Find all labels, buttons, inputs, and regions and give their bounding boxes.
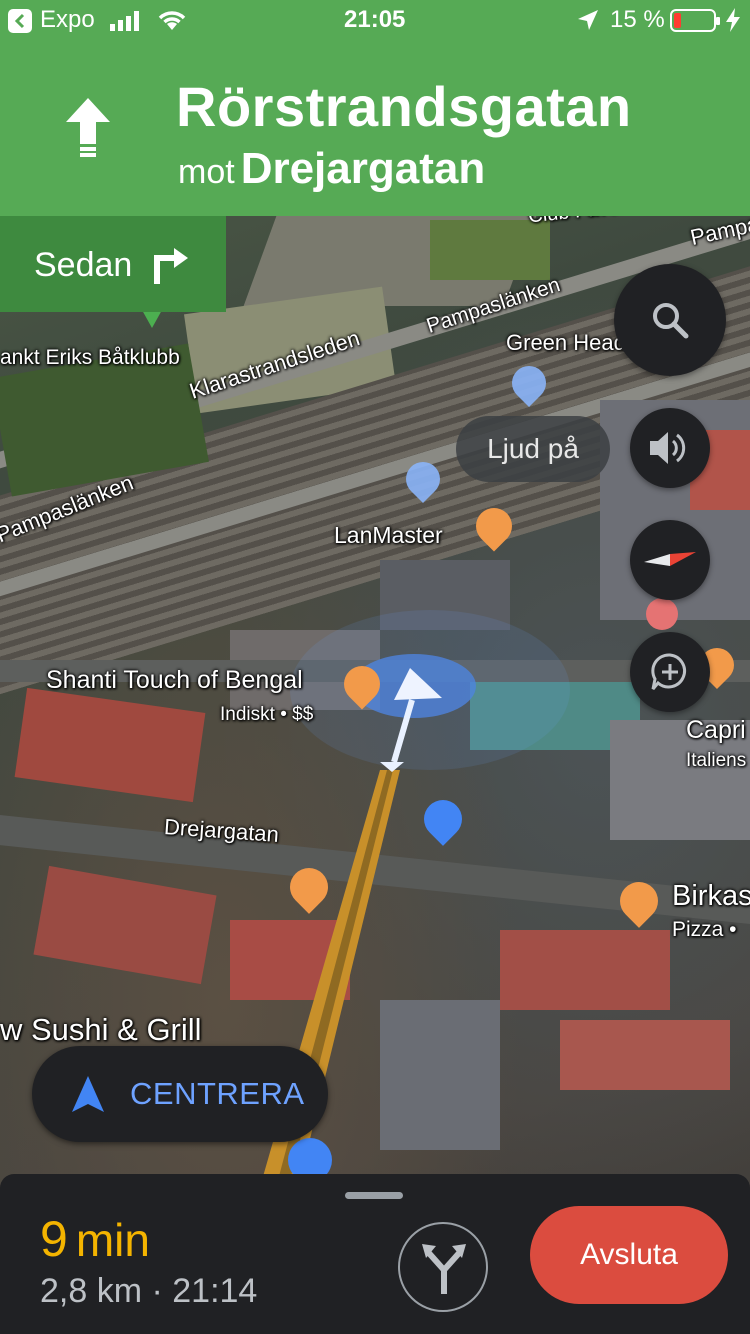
report-button[interactable] bbox=[630, 632, 710, 712]
recenter-button[interactable]: CENTRERA bbox=[32, 1046, 328, 1142]
navigation-banner[interactable]: Rörstrandsgatan mot Drejargatan bbox=[0, 40, 750, 216]
eta-value: 9 bbox=[40, 1211, 68, 1267]
trip-summary-panel[interactable]: 9 min 2,8 km · 21:14 Avsluta bbox=[0, 1174, 750, 1334]
battery-percent: 15 % bbox=[610, 6, 665, 33]
then-maneuver-box[interactable]: Sedan bbox=[0, 216, 226, 312]
toward-street: mot Drejargatan bbox=[178, 144, 485, 194]
end-navigation-button[interactable]: Avsluta bbox=[530, 1206, 728, 1304]
map-label: Italiens bbox=[686, 750, 747, 771]
green-marker-icon bbox=[142, 310, 162, 328]
charging-bolt-icon bbox=[726, 8, 740, 37]
trip-distance-arrival: 2,8 km · 21:14 bbox=[40, 1272, 258, 1310]
signal-icon bbox=[110, 11, 144, 36]
hospital-pin-icon[interactable] bbox=[646, 598, 678, 630]
map-label: Pizza • bbox=[672, 918, 737, 941]
map-label: ankt Eriks Båtklubb bbox=[0, 346, 180, 369]
fork-route-icon bbox=[420, 1240, 468, 1299]
toward-prefix: mot bbox=[178, 153, 235, 191]
navigation-arrow-icon bbox=[72, 1076, 104, 1117]
location-arrow-icon bbox=[578, 10, 598, 35]
current-street-name: Rörstrandsgatan bbox=[176, 75, 632, 138]
sound-toggle-button[interactable] bbox=[630, 408, 710, 488]
map-label: Indiskt • $$ bbox=[220, 704, 314, 725]
map-label[interactable]: w Sushi & Grill bbox=[0, 1012, 202, 1048]
sound-status-label: Ljud på bbox=[456, 416, 610, 482]
alternate-routes-button[interactable] bbox=[398, 1222, 488, 1312]
straight-arrow-icon bbox=[66, 98, 110, 163]
back-chevron-icon[interactable] bbox=[8, 9, 32, 33]
battery-icon bbox=[670, 9, 722, 38]
map-label: Green Head bbox=[506, 330, 626, 355]
search-icon bbox=[650, 300, 690, 345]
eta-unit: min bbox=[75, 1214, 150, 1266]
turn-right-icon bbox=[152, 246, 188, 289]
toward-street-name: Drejargatan bbox=[240, 144, 486, 193]
status-bar: Expo 21:05 15 % bbox=[0, 0, 750, 40]
compass-button[interactable] bbox=[630, 520, 710, 600]
wifi-icon bbox=[156, 9, 188, 36]
eta-duration: 9 min bbox=[40, 1210, 150, 1268]
clock: 21:05 bbox=[344, 6, 406, 33]
compass-icon bbox=[644, 548, 696, 577]
recenter-label: CENTRERA bbox=[130, 1076, 305, 1111]
drag-handle[interactable] bbox=[345, 1192, 403, 1199]
back-to-app-label[interactable]: Expo bbox=[40, 6, 95, 34]
map-label[interactable]: Shanti Touch of Bengal bbox=[46, 666, 303, 695]
add-comment-icon bbox=[650, 652, 690, 697]
map-label: LanMaster bbox=[334, 522, 443, 548]
speaker-icon bbox=[650, 430, 690, 471]
map-label[interactable]: Capri bbox=[686, 716, 746, 745]
then-label: Sedan bbox=[34, 246, 133, 284]
map-label[interactable]: Birkas bbox=[672, 880, 750, 913]
search-button[interactable] bbox=[614, 264, 726, 376]
